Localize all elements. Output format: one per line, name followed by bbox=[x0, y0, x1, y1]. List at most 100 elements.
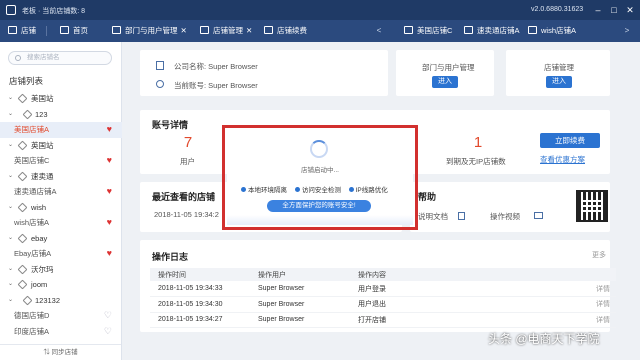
sidebar-group-item[interactable]: ⌄ 英国站 bbox=[0, 138, 122, 154]
favorite-heart-icon[interactable]: ♥ bbox=[107, 153, 112, 169]
sidebar-group-item[interactable]: ⌄ 沃尔玛 bbox=[0, 262, 122, 278]
tree-item-label: 速卖通 bbox=[31, 171, 54, 181]
shop-list-title: 店铺列表 bbox=[9, 76, 44, 86]
nav-next-arrow[interactable]: > bbox=[620, 20, 634, 42]
col-action: 操作内容 bbox=[350, 268, 550, 281]
close-icon[interactable]: ✕ bbox=[624, 4, 636, 16]
tree-item-label: 英国店铺C bbox=[14, 156, 50, 165]
help-doc-link[interactable]: 说明文档 bbox=[418, 211, 448, 222]
sidebar-group-item[interactable]: ⌄ ebay bbox=[0, 231, 122, 247]
sidebar-group-item[interactable]: ⌄ 速卖通 bbox=[0, 169, 122, 185]
nav-shop[interactable]: 店铺 bbox=[8, 20, 36, 42]
sidebar-shop-item[interactable]: 印度店铺A ♡ bbox=[0, 324, 122, 340]
nav-shop-manage[interactable]: 店铺管理 ✕ bbox=[200, 20, 252, 42]
shop-icon bbox=[8, 26, 17, 34]
sidebar-shop-item[interactable]: wish店铺A ♥ bbox=[0, 215, 122, 231]
sidebar-shop-item[interactable]: 英国店铺C ♥ bbox=[0, 153, 122, 169]
sidebar-shop-item[interactable]: 美国店铺A ♥ bbox=[0, 122, 122, 138]
title-bar: 老板 · 当前店铺数: 8 v2.0.6880.31623 – □ ✕ bbox=[0, 0, 640, 20]
expiring-count: 1 bbox=[473, 134, 483, 151]
app-icon bbox=[6, 5, 16, 15]
renew-icon bbox=[264, 26, 273, 34]
recent-shops-title: 最近查看的店铺 bbox=[152, 192, 216, 202]
tree-item-label: Ebay店铺A bbox=[14, 249, 52, 258]
log-detail-link[interactable]: 详情 bbox=[550, 312, 616, 328]
sidebar-group-item[interactable]: ⌄ wish bbox=[0, 200, 122, 216]
security-banner: 全方面保护您的账号安全! bbox=[267, 200, 371, 212]
log-detail-link[interactable]: 详情 bbox=[550, 281, 616, 297]
help-video-link[interactable]: 操作视频 bbox=[490, 211, 520, 222]
tree-item-label: 英国站 bbox=[31, 140, 54, 150]
company-icon bbox=[156, 61, 164, 70]
log-time: 2018-11-05 19:34:33 bbox=[150, 281, 250, 297]
table-header-row: 操作时间 操作用户 操作内容 bbox=[150, 268, 616, 281]
tree-item-label: joom bbox=[31, 280, 48, 289]
shop-manage-title: 店铺管理 bbox=[544, 63, 574, 72]
chevron-down-icon[interactable]: ⌄ bbox=[8, 262, 13, 278]
sidebar-group-item[interactable]: ⌄ 美国站 bbox=[0, 91, 122, 107]
watermark: 头条 @电商天下学院 bbox=[488, 332, 600, 346]
dept-enter-button[interactable]: 进入 bbox=[432, 76, 458, 88]
chevron-down-icon[interactable]: ⌄ bbox=[8, 293, 13, 309]
view-offers-link[interactable]: 查看优惠方案 bbox=[540, 154, 585, 165]
sync-shops-button[interactable]: ⇅ 同步店铺 bbox=[0, 344, 121, 360]
table-row: 2018-11-05 19:34:33 Super Browser 用户登录 详情 bbox=[150, 281, 616, 297]
favorite-heart-icon[interactable]: ♥ bbox=[107, 215, 112, 231]
help-title: 帮助 bbox=[418, 192, 437, 202]
nav-prev-arrow[interactable]: < bbox=[372, 20, 386, 42]
recent-shop-time: 2018-11-05 19:34:2 bbox=[154, 210, 219, 219]
table-row: 2018-11-05 19:34:27 Super Browser 打开店铺 详情 bbox=[150, 312, 616, 328]
sidebar-shop-item[interactable]: 速卖通店铺A ♥ bbox=[0, 184, 122, 200]
tree-item-label: ebay bbox=[31, 233, 48, 243]
chevron-down-icon[interactable]: ⌄ bbox=[8, 200, 13, 216]
tree-item-label: 123132 bbox=[35, 295, 61, 305]
log-detail-link[interactable]: 详情 bbox=[550, 296, 616, 313]
expiring-count-label: 到期及无IP店铺数 bbox=[446, 157, 506, 166]
search-icon bbox=[15, 55, 21, 61]
favorite-heart-icon[interactable]: ♡ bbox=[104, 324, 112, 340]
version-label: v2.0.6880.31623 bbox=[531, 6, 584, 13]
maximize-icon[interactable]: □ bbox=[608, 4, 620, 16]
chevron-down-icon[interactable]: ⌄ bbox=[8, 169, 13, 185]
sidebar-shop-item[interactable]: Ebay店铺A ♥ bbox=[0, 246, 122, 262]
log-action: 用户登录 bbox=[350, 281, 550, 297]
tree-item-label: wish店铺A bbox=[14, 218, 50, 227]
favorite-heart-icon[interactable]: ♥ bbox=[107, 246, 112, 262]
favorite-heart-icon[interactable]: ♥ bbox=[107, 122, 112, 138]
tab-shop-aliexpress-a[interactable]: 速卖通店铺A bbox=[464, 20, 520, 42]
chevron-down-icon[interactable]: ⌄ bbox=[8, 231, 13, 247]
loading-spinner-icon bbox=[310, 140, 328, 158]
tree-item-label: 沃尔玛 bbox=[31, 264, 54, 274]
sidebar-group-item[interactable]: ⌄ 123 bbox=[0, 107, 122, 123]
sidebar-group-item[interactable]: ⌄ 123132 bbox=[0, 293, 122, 309]
shop-enter-button[interactable]: 进入 bbox=[546, 76, 572, 88]
log-user: Super Browser bbox=[250, 296, 350, 313]
document-icon bbox=[458, 212, 465, 220]
current-user-info: 老板 · 当前店铺数: 8 bbox=[22, 8, 86, 15]
company-card: 公司名称: Super Browser 当前账号: Super Browser bbox=[140, 50, 388, 96]
nav-dept-user[interactable]: 部门与用户管理 ✕ bbox=[112, 20, 187, 42]
check-security: 访问安全检测 bbox=[294, 187, 341, 194]
log-more-link[interactable]: 更多 bbox=[592, 250, 606, 260]
sidebar-group-item[interactable]: ⌄ joom bbox=[0, 277, 122, 293]
sidebar-shop-item[interactable]: 德国店铺D ♡ bbox=[0, 308, 122, 324]
shop-tree: ⌄ 美国站 ⌄ 123 美国店铺A ♥ ⌄ 英国站 英国店铺C ♥ ⌄ 速卖通 速卖通店铺A ♥ ⌄ wish… bbox=[0, 91, 122, 339]
tab-shop-wish-a[interactable]: wish店铺A bbox=[528, 20, 576, 42]
col-detail bbox=[550, 268, 616, 281]
renew-now-button[interactable]: 立即续费 bbox=[540, 133, 600, 148]
nav-renew[interactable]: 店铺续费 bbox=[264, 20, 307, 42]
chevron-down-icon[interactable]: ⌄ bbox=[8, 277, 13, 293]
store-icon bbox=[404, 26, 413, 34]
tab-shop-us-c[interactable]: 美国店铺C bbox=[404, 20, 452, 42]
tree-item-label: 123 bbox=[35, 109, 48, 119]
check-isolation: 本地环境隔离 bbox=[241, 187, 287, 194]
users-icon bbox=[112, 26, 121, 34]
chevron-down-icon[interactable]: ⌄ bbox=[8, 138, 13, 154]
shop-search-input[interactable]: 搜索店铺名 bbox=[8, 51, 112, 65]
favorite-heart-icon[interactable]: ♥ bbox=[107, 184, 112, 200]
favorite-heart-icon[interactable]: ♡ bbox=[104, 308, 112, 324]
nav-home[interactable]: 首页 bbox=[60, 20, 88, 42]
chevron-down-icon[interactable]: ⌄ bbox=[8, 107, 13, 123]
chevron-down-icon[interactable]: ⌄ bbox=[8, 91, 13, 107]
minimize-icon[interactable]: – bbox=[592, 4, 604, 16]
